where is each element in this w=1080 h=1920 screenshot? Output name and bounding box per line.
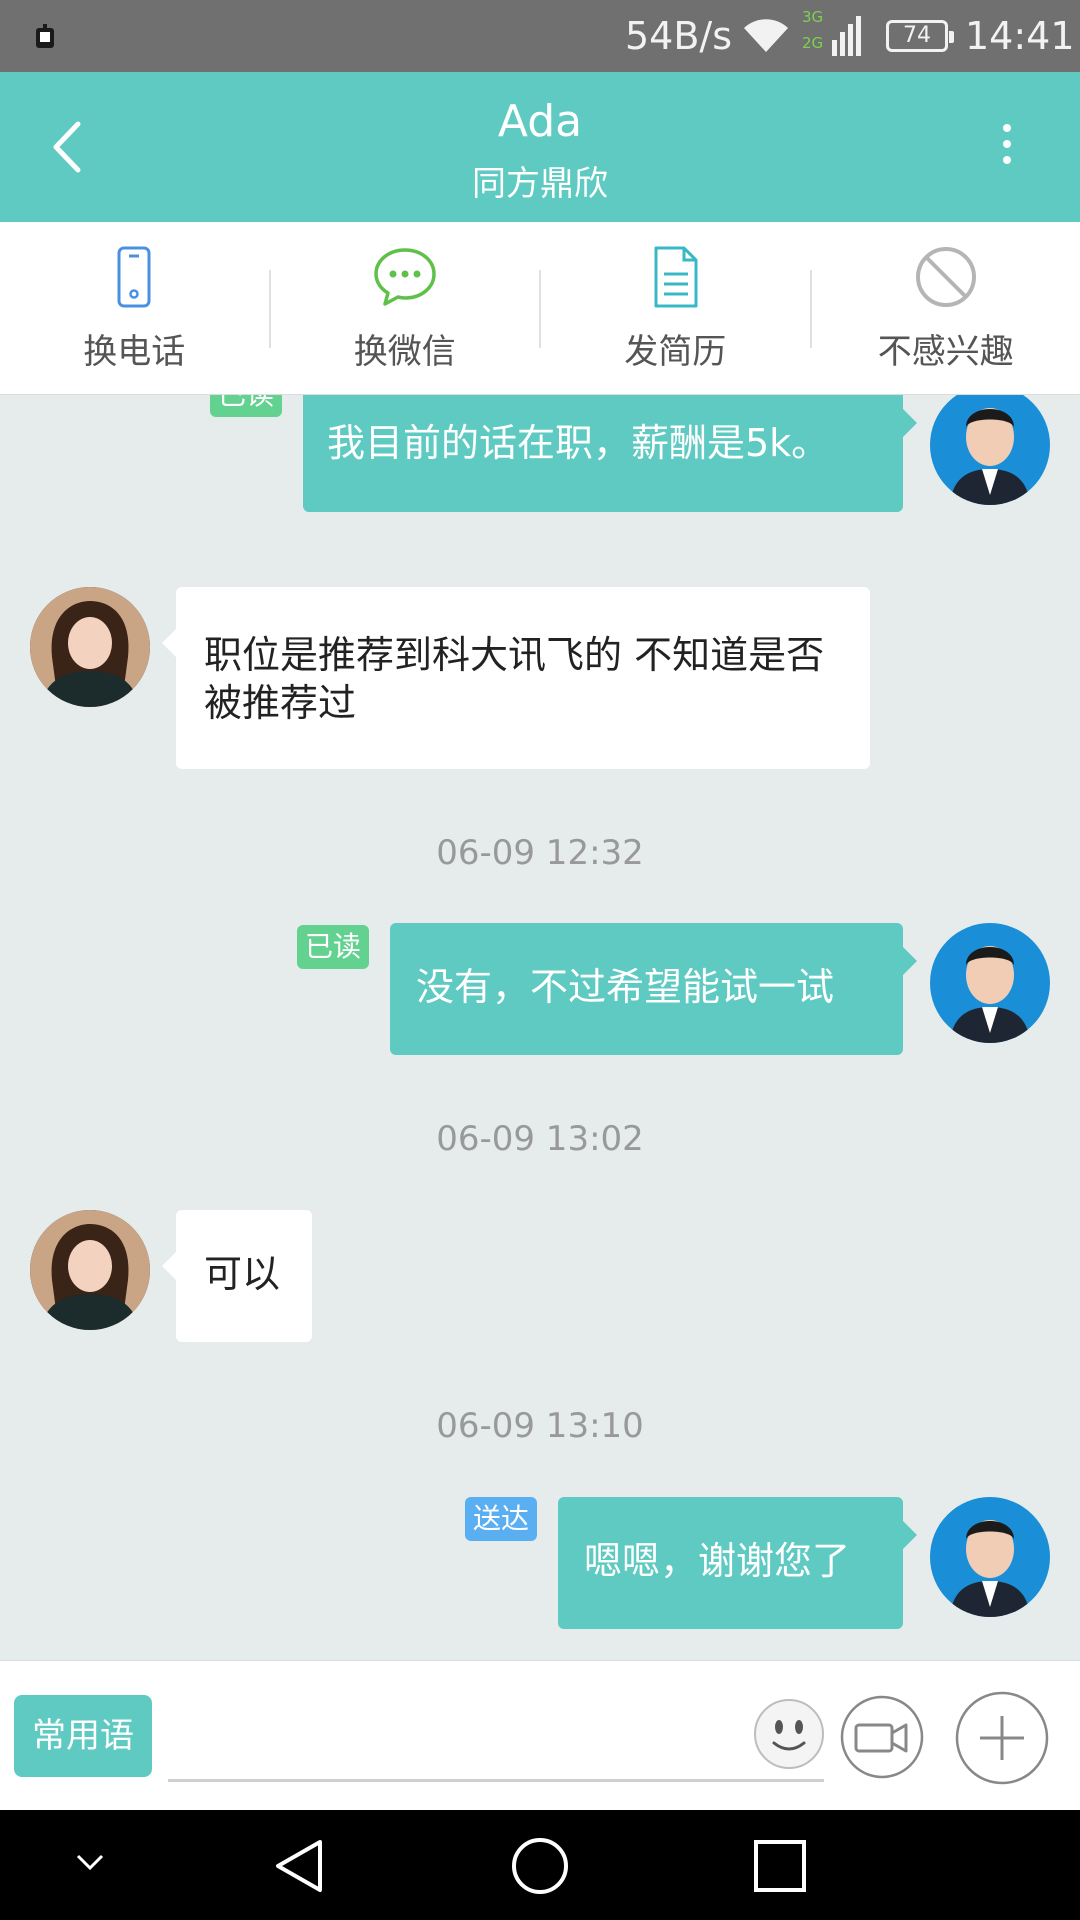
system-nav-bar — [0, 1810, 1080, 1920]
read-status-badge: 已读 — [297, 925, 370, 969]
video-call-icon[interactable] — [840, 1695, 924, 1779]
message-bubble-outgoing[interactable]: 没有，不过希望能试一试 — [390, 923, 917, 1055]
user-avatar-icon — [950, 408, 1030, 505]
clock: 14:41 — [965, 14, 1075, 58]
hide-keyboard-icon[interactable] — [74, 1850, 106, 1874]
wifi-icon — [744, 19, 788, 52]
quick-phrases-button[interactable]: 常用语 — [14, 1695, 152, 1777]
exchange-phone-label: 换电话 — [83, 332, 186, 372]
quick-actions-bar: 换电话 换微信 发简历 不感兴趣 — [0, 222, 1080, 395]
message-text: 可以 — [204, 1252, 281, 1296]
nav-recents-icon[interactable] — [752, 1838, 808, 1894]
send-resume-button[interactable]: 发简历 — [541, 222, 810, 394]
block-icon — [915, 247, 976, 307]
network-3g-label: 3G — [802, 8, 823, 26]
timestamp: 06-09 13:10 — [436, 1406, 644, 1446]
timestamp: 06-09 13:02 — [436, 1119, 644, 1159]
contact-company: 同方鼎欣 — [472, 164, 608, 204]
not-interested-button[interactable]: 不感兴趣 — [812, 222, 1080, 394]
chat-header: Ada 同方鼎欣 — [0, 72, 1080, 222]
emoji-icon[interactable] — [752, 1697, 826, 1771]
battery-level: 74 — [903, 23, 931, 48]
network-2g-label: 2G — [802, 34, 823, 52]
delivered-status-badge: 送达 — [465, 1497, 538, 1541]
user-avatar-icon — [950, 946, 1030, 1043]
nav-back-icon[interactable] — [272, 1838, 328, 1894]
my-avatar[interactable] — [930, 1497, 1050, 1617]
message-list[interactable]: 已读 我目前的话在职，薪酬是5k。 职位是推荐到科大讯飞的 不知道是否被推荐过 … — [0, 395, 1080, 1660]
my-avatar[interactable] — [930, 395, 1050, 505]
input-bar: 常用语 — [0, 1660, 1080, 1811]
read-status-badge: 已读 — [210, 395, 283, 417]
phone-icon — [117, 246, 151, 308]
notification-icon — [36, 24, 54, 48]
message-text: 没有，不过希望能试一试 — [416, 965, 835, 1009]
message-bubble-incoming[interactable]: 可以 — [162, 1210, 312, 1342]
message-bubble-outgoing[interactable]: 嗯嗯，谢谢您了 — [558, 1497, 917, 1629]
contact-avatar[interactable] — [30, 587, 150, 707]
exchange-wechat-label: 换微信 — [353, 332, 456, 372]
contact-avatar-icon — [30, 1210, 150, 1330]
nav-home-icon[interactable] — [510, 1836, 570, 1896]
send-resume-label: 发简历 — [624, 332, 727, 372]
exchange-wechat-button[interactable]: 换微信 — [271, 222, 540, 394]
message-bubble-incoming[interactable]: 职位是推荐到科大讯飞的 不知道是否被推荐过 — [162, 587, 870, 769]
contact-avatar-icon — [30, 587, 150, 707]
wechat-icon — [374, 248, 436, 306]
timestamp: 06-09 12:32 — [436, 833, 644, 873]
message-text: 职位是推荐到科大讯飞的 不知道是否被推荐过 — [204, 633, 825, 725]
message-input[interactable] — [168, 1779, 824, 1782]
contact-name: Ada — [497, 96, 583, 147]
not-interested-label: 不感兴趣 — [877, 332, 1014, 372]
message-bubble-outgoing[interactable]: 我目前的话在职，薪酬是5k。 — [303, 395, 917, 512]
message-text: 嗯嗯，谢谢您了 — [584, 1539, 851, 1583]
more-menu-icon[interactable] — [995, 124, 1019, 170]
exchange-phone-button[interactable]: 换电话 — [0, 222, 269, 394]
status-bar: 54B/s 3G 2G 74 14:41 — [0, 0, 1080, 72]
contact-avatar[interactable] — [30, 1210, 150, 1330]
message-text: 我目前的话在职，薪酬是5k。 — [327, 421, 830, 465]
network-speed: 54B/s — [625, 14, 733, 58]
resume-icon — [654, 246, 698, 308]
add-more-icon[interactable] — [955, 1691, 1049, 1785]
user-avatar-icon — [950, 1520, 1030, 1617]
my-avatar[interactable] — [930, 923, 1050, 1043]
signal-icon: 3G 2G — [800, 6, 866, 64]
battery-icon: 74 — [886, 20, 954, 52]
